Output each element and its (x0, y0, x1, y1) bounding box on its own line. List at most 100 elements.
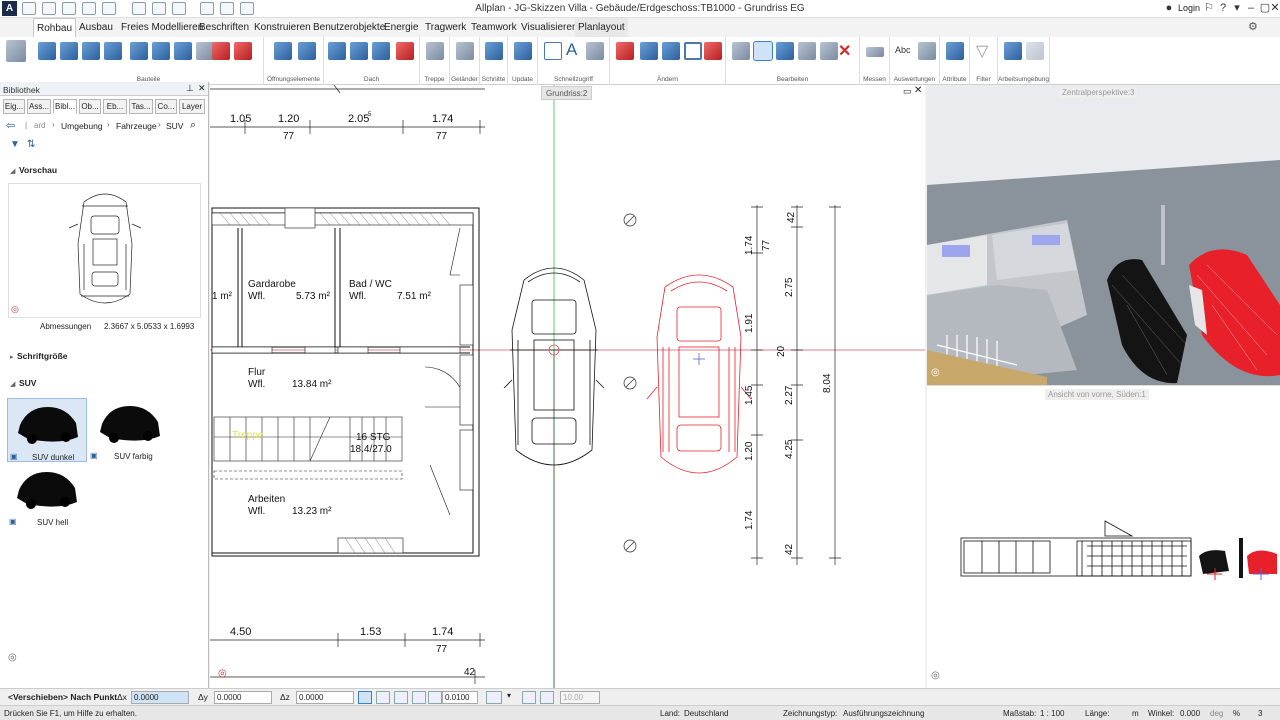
workspace-icon[interactable] (1004, 42, 1022, 60)
layer-icon[interactable] (486, 691, 502, 704)
sort-icon[interactable]: ⇅ (27, 139, 35, 150)
wall-straight-icon[interactable] (60, 42, 78, 60)
stretch-icon[interactable] (662, 42, 680, 60)
drawtype-value[interactable]: Ausführungszeichnung (843, 709, 924, 718)
library-item-suv-dunkel[interactable]: ▣ SUV dunkel (7, 398, 87, 462)
track-icon[interactable] (394, 691, 408, 704)
tab-planlayout[interactable]: Planlayout (575, 18, 628, 37)
pin-icon[interactable]: ⊥ (186, 83, 194, 94)
task-menu-icon[interactable] (6, 40, 26, 62)
filter-icon[interactable]: ▼ (10, 139, 20, 150)
scale-value[interactable]: 1 : 100 (1040, 709, 1064, 718)
collapse-icon[interactable]: ◢ (10, 167, 15, 175)
tab-tasten[interactable]: Tas... (129, 99, 153, 114)
column-icon[interactable] (82, 42, 100, 60)
country-value[interactable]: Deutschland (684, 709, 728, 718)
opening-icon[interactable] (212, 42, 230, 60)
ortho-icon[interactable] (412, 691, 426, 704)
dy-input[interactable]: 0.0000 (214, 691, 272, 704)
back-arrow-icon[interactable]: ⇦ (6, 119, 15, 132)
tab-eigenschaften[interactable]: Eig... (3, 99, 25, 114)
cart-icon[interactable]: ⚐ (1202, 1, 1216, 16)
point-snap-icon[interactable] (358, 691, 372, 704)
tab-beschriften[interactable]: Beschriften (196, 18, 252, 37)
dz-input[interactable]: 0.0000 (296, 691, 354, 704)
close-window-icon[interactable]: ✕ (1268, 1, 1280, 16)
plan-view[interactable]: 1.05 1.20 77 2.05 5 1.74 77 Gardarobe Wf… (210, 84, 925, 688)
tab-konstruieren[interactable]: Konstruieren (251, 18, 314, 37)
measure-ruler-icon[interactable] (866, 47, 884, 57)
pillar-icon[interactable] (104, 42, 122, 60)
grid-snap-icon[interactable] (428, 691, 442, 704)
login-link[interactable]: Login (1178, 3, 1200, 13)
section-icon[interactable] (485, 42, 503, 60)
tab-freies-modellieren[interactable]: Freies Modellieren (118, 18, 206, 37)
delete-icon[interactable]: ✕ (838, 41, 851, 61)
tab-objekte[interactable]: Ob... (79, 99, 101, 114)
tab-tragwerk[interactable]: Tragwerk (422, 18, 469, 37)
mirror-icon[interactable] (798, 42, 816, 60)
polyline-icon[interactable] (684, 42, 702, 60)
tab-rohbau[interactable]: Rohbau (33, 18, 77, 37)
length-value[interactable]: m (1132, 709, 1139, 718)
scale-icon[interactable] (820, 42, 838, 60)
breadcrumb-truncated[interactable]: ard (34, 121, 46, 130)
roof-plane-icon[interactable] (372, 42, 390, 60)
close-view-icon[interactable]: ✕ (914, 85, 922, 96)
suv-section[interactable]: SUV (19, 378, 36, 388)
minimize-icon[interactable]: – (1244, 1, 1258, 16)
breadcrumb-umgebung[interactable]: Umgebung (61, 121, 103, 131)
perspective-view[interactable]: Zentralperspektive:3 ◎ (927, 85, 1280, 385)
beam-icon[interactable] (130, 42, 148, 60)
elevation-view[interactable]: Ansicht von vorne, Süden:1 ◎ (927, 385, 1280, 688)
angle-snap-icon[interactable] (522, 691, 536, 704)
window-element-icon[interactable] (274, 42, 292, 60)
modify-point-icon[interactable] (640, 42, 658, 60)
door-element-icon[interactable] (298, 42, 316, 60)
railing-icon[interactable] (456, 42, 474, 60)
filter-icon[interactable]: ▽ (976, 41, 988, 61)
roof-icon[interactable] (328, 42, 346, 60)
gear-icon[interactable]: ⚙ (1248, 20, 1260, 33)
tab-ausbau[interactable]: Ausbau (76, 18, 116, 37)
breadcrumb-fahrzeuge[interactable]: Fahrzeuge (116, 121, 157, 131)
dx-input[interactable]: 0.0000 (131, 691, 189, 704)
tab-layer[interactable]: Layer (179, 99, 205, 114)
hatch-icon[interactable] (586, 42, 604, 60)
breadcrumb-suv[interactable]: SUV (166, 121, 183, 131)
roof-cut-icon[interactable] (396, 42, 414, 60)
tab-teamwork[interactable]: Teamwork (468, 18, 520, 37)
tab-ebenen[interactable]: Eb... (103, 99, 127, 114)
maximize-view-icon[interactable]: ▭ (903, 86, 912, 97)
text-icon[interactable]: A (566, 40, 577, 60)
angle-value[interactable]: 0.000 (1180, 709, 1200, 718)
tab-assistenten[interactable]: Ass... (27, 99, 51, 114)
user-icon[interactable]: ● (1162, 1, 1176, 16)
search-icon[interactable]: ⌕ (190, 119, 196, 132)
step-input[interactable]: 0.0100 (442, 691, 478, 704)
lintel-icon[interactable] (152, 42, 170, 60)
wall-icon[interactable] (38, 42, 56, 60)
triangle-icon[interactable] (540, 691, 554, 704)
plan-view-title[interactable]: Grundriss:2 (541, 86, 593, 100)
dropdown-icon[interactable]: ▾ (1230, 1, 1244, 16)
tab-benutzerobjekte[interactable]: Benutzerobjekte (310, 18, 388, 37)
attribute-icon[interactable] (946, 42, 964, 60)
recess-icon[interactable] (234, 42, 252, 60)
rotate-icon[interactable] (776, 42, 794, 60)
help-icon[interactable]: ? (1216, 1, 1230, 16)
tab-connect[interactable]: Co... (155, 99, 177, 114)
perspective-view-title[interactable]: Zentralperspektive:3 (1059, 87, 1138, 98)
tab-visualisieren[interactable]: Visualisieren (518, 18, 581, 37)
trim-icon[interactable] (704, 42, 722, 60)
expand-icon[interactable]: ▸ (10, 353, 14, 361)
line-icon[interactable] (544, 42, 562, 60)
report-icon[interactable] (918, 42, 936, 60)
update-icon[interactable] (514, 42, 532, 60)
library-item-suv-hell[interactable]: ▣ SUV hell (7, 464, 87, 528)
collapse-icon[interactable]: ◢ (10, 380, 15, 388)
stair-icon[interactable] (426, 42, 444, 60)
angle-unit[interactable]: deg (1210, 709, 1223, 718)
abc-label-icon[interactable]: Abc (895, 45, 911, 55)
tab-bibliothek[interactable]: Bibl... (53, 99, 77, 114)
